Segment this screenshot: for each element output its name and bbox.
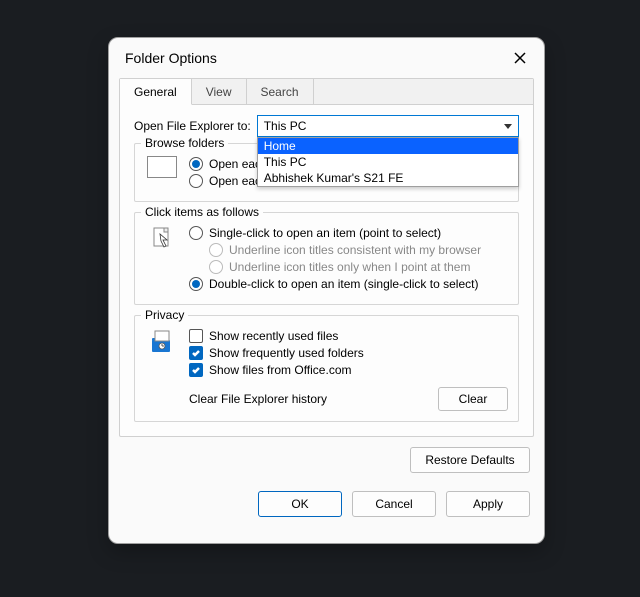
open-explorer-row: Open File Explorer to: This PC Home This…: [134, 115, 519, 137]
tab-strip: General View Search: [120, 79, 533, 105]
clear-button[interactable]: Clear: [438, 387, 508, 411]
dropdown-option-phone[interactable]: Abhishek Kumar's S21 FE: [258, 170, 518, 186]
radio-double-click[interactable]: Double-click to open an item (single-cli…: [189, 277, 508, 291]
group-privacy: Privacy Show recently used files Show fr…: [134, 315, 519, 422]
apply-button[interactable]: Apply: [446, 491, 530, 517]
check-frequent-folders-label: Show frequently used folders: [209, 346, 364, 360]
open-explorer-dropdown: Home This PC Abhishek Kumar's S21 FE: [257, 137, 519, 187]
radio-underline-point-label: Underline icon titles only when I point …: [229, 260, 470, 274]
ok-button[interactable]: OK: [258, 491, 342, 517]
checkbox-icon: [189, 346, 203, 360]
check-office-files-label: Show files from Office.com: [209, 363, 352, 377]
open-explorer-combo[interactable]: This PC: [257, 115, 519, 137]
dropdown-option-home[interactable]: Home: [258, 138, 518, 154]
folder-options-dialog: Folder Options General View Search Open …: [108, 37, 545, 544]
general-panel: Open File Explorer to: This PC Home This…: [120, 105, 533, 436]
radio-same-window-label: Open eac: [209, 157, 261, 171]
radio-single-click-label: Single-click to open an item (point to s…: [209, 226, 441, 240]
titlebar: Folder Options: [109, 38, 544, 78]
clear-history-row: Clear File Explorer history Clear: [189, 387, 508, 411]
privacy-icon: [145, 326, 179, 356]
tab-panel: General View Search Open File Explorer t…: [119, 78, 534, 437]
radio-single-click[interactable]: Single-click to open an item (point to s…: [189, 226, 508, 240]
open-explorer-combo-wrap: This PC Home This PC Abhishek Kumar's S2…: [257, 115, 519, 137]
radio-icon: [189, 174, 203, 188]
tab-view[interactable]: View: [192, 79, 247, 104]
check-recent-files[interactable]: Show recently used files: [189, 329, 508, 343]
radio-icon: [209, 260, 223, 274]
radio-underline-consistent-label: Underline icon titles consistent with my…: [229, 243, 481, 257]
open-explorer-label: Open File Explorer to:: [134, 119, 251, 133]
radio-underline-consistent: Underline icon titles consistent with my…: [209, 243, 508, 257]
file-click-icon: [145, 223, 179, 253]
combo-selected-text: This PC: [264, 119, 307, 133]
group-browse-legend: Browse folders: [141, 136, 228, 150]
checkbox-icon: [189, 329, 203, 343]
folder-icon: [145, 154, 179, 178]
group-privacy-legend: Privacy: [141, 308, 188, 322]
check-frequent-folders[interactable]: Show frequently used folders: [189, 346, 508, 360]
tab-search[interactable]: Search: [247, 79, 314, 104]
dialog-buttons: OK Cancel Apply: [109, 473, 544, 531]
check-office-files[interactable]: Show files from Office.com: [189, 363, 508, 377]
radio-icon: [189, 277, 203, 291]
close-icon: [514, 52, 526, 64]
restore-defaults-button[interactable]: Restore Defaults: [410, 447, 530, 473]
tab-general[interactable]: General: [120, 79, 192, 105]
radio-icon: [189, 157, 203, 171]
clear-history-label: Clear File Explorer history: [189, 392, 327, 406]
radio-double-click-label: Double-click to open an item (single-cli…: [209, 277, 478, 291]
group-click-items: Click items as follows Single-click to o…: [134, 212, 519, 305]
cancel-button[interactable]: Cancel: [352, 491, 436, 517]
group-click-legend: Click items as follows: [141, 205, 263, 219]
restore-row: Restore Defaults: [109, 447, 530, 473]
checkbox-icon: [189, 363, 203, 377]
radio-icon: [189, 226, 203, 240]
radio-underline-point: Underline icon titles only when I point …: [209, 260, 508, 274]
dropdown-option-thispc[interactable]: This PC: [258, 154, 518, 170]
radio-icon: [209, 243, 223, 257]
dialog-title: Folder Options: [125, 50, 217, 66]
check-recent-files-label: Show recently used files: [209, 329, 338, 343]
close-button[interactable]: [510, 48, 530, 68]
chevron-down-icon: [504, 124, 512, 129]
